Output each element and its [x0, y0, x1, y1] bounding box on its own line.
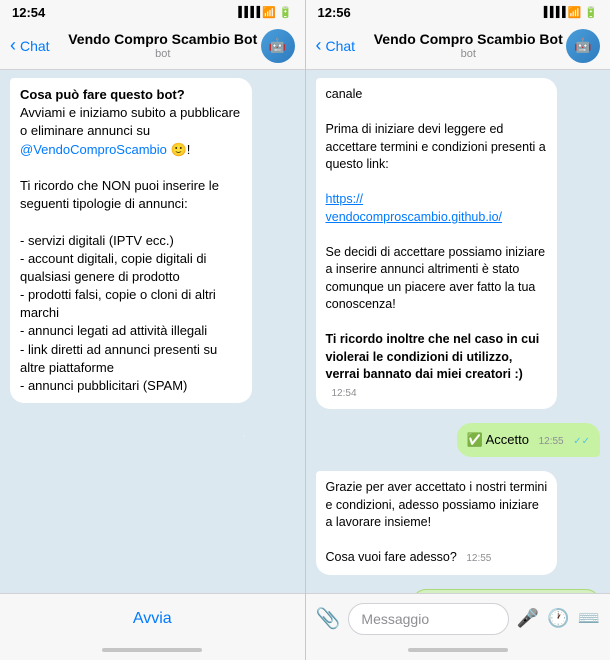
home-bar-2 [408, 648, 508, 652]
voice-icon[interactable]: 🎤 [517, 608, 539, 629]
message-bot-2a: canalePrima di iniziare devi leggere ed … [316, 78, 558, 409]
chevron-left-icon-2: ‹ [316, 35, 322, 56]
msg-time-grazie: 12:55 [466, 553, 495, 564]
status-bar-2: 12:56 ▐▐▐▐ 📶 🔋 [306, 0, 610, 22]
avvia-button[interactable]: Avvia [10, 610, 295, 628]
wifi-icon-2: 📶 [568, 6, 582, 19]
back-button-1[interactable]: ‹ Chat [10, 35, 65, 56]
back-label-1: Chat [20, 38, 50, 54]
msg-time-2a: 12:54 [332, 388, 361, 399]
signal-icon-1: ▐▐▐▐ [235, 7, 259, 18]
nav-bar-2: ‹ Chat Vendo Compro Scambio Bot bot 🤖 [306, 22, 610, 70]
home-indicator-2 [306, 643, 610, 660]
message-user-inserisci: Inserisci Annuncio 12:55 ✓✓ [412, 589, 600, 593]
input-placeholder: Messaggio [361, 611, 429, 627]
home-bar-1 [102, 648, 202, 652]
msg-bold-1: Cosa può fare questo bot? [20, 87, 185, 102]
input-bar-1: Avvia [0, 593, 305, 643]
chat-area-2: canalePrima di iniziare devi leggere ed … [306, 70, 610, 593]
grazie-text: Grazie per aver accettato i nostri termi… [326, 480, 548, 564]
chat-area-1: Cosa può fare questo bot? Avviami e iniz… [0, 70, 305, 593]
battery-icon-1: 🔋 [279, 6, 293, 19]
attachment-icon[interactable]: 📎 [316, 606, 341, 631]
nav-title-2: Vendo Compro Scambio Bot [374, 31, 563, 48]
avatar-1[interactable]: 🤖 [261, 29, 295, 63]
nav-title-area-2: Vendo Compro Scambio Bot bot [371, 31, 567, 60]
avatar-2[interactable]: 🤖 [566, 29, 600, 63]
screen1: 12:54 ▐▐▐▐ 📶 🔋 ‹ Chat Vendo Compro Scamb… [0, 0, 305, 660]
msg-time-accetto: 12:55 [539, 436, 568, 447]
nav-subtitle-2: bot [461, 48, 476, 60]
nav-subtitle-1: bot [155, 48, 170, 60]
back-button-2[interactable]: ‹ Chat [316, 35, 371, 56]
nav-title-1: Vendo Compro Scambio Bot [68, 31, 257, 48]
nav-title-area-1: Vendo Compro Scambio Bot bot [65, 31, 261, 60]
message-input[interactable]: Messaggio [348, 603, 508, 635]
signal-icon-2: ▐▐▐▐ [540, 7, 564, 18]
link-text[interactable]: https://vendocomproscambio.github.io/ [326, 192, 503, 224]
back-label-2: Chat [326, 38, 356, 54]
checkmarks-accetto: ✓✓ [573, 436, 590, 447]
input-bar-2: 📎 Messaggio 🎤 🕐 ⌨️ [306, 593, 610, 643]
wifi-icon-1: 📶 [262, 6, 276, 19]
accetto-text: ✅ Accetto [467, 432, 529, 447]
message-bot-1: Cosa può fare questo bot? Avviami e iniz… [10, 78, 252, 403]
message-bot-grazie: Grazie per aver accettato i nostri termi… [316, 471, 558, 575]
screen2: 12:56 ▐▐▐▐ 📶 🔋 ‹ Chat Vendo Compro Scamb… [306, 0, 610, 660]
nav-bar-1: ‹ Chat Vendo Compro Scambio Bot bot 🤖 [0, 22, 305, 70]
status-icons-2: ▐▐▐▐ 📶 🔋 [540, 6, 598, 19]
keyboard-icon[interactable]: ⌨️ [578, 608, 600, 629]
chevron-left-icon-1: ‹ [10, 35, 16, 56]
battery-icon-2: 🔋 [584, 6, 598, 19]
message-user-accetto: ✅ Accetto 12:55 ✓✓ [457, 423, 600, 457]
status-bar-1: 12:54 ▐▐▐▐ 📶 🔋 [0, 0, 305, 22]
status-time-2: 12:56 [318, 5, 351, 20]
home-indicator-1 [0, 643, 305, 660]
msg-body-1: Avviami e iniziamo subito a pubblicare o… [20, 105, 240, 393]
sticker-icon[interactable]: 🕐 [547, 608, 569, 629]
status-icons-1: ▐▐▐▐ 📶 🔋 [235, 6, 293, 19]
status-time-1: 12:54 [12, 5, 45, 20]
msg-bot-2a-text: canalePrima di iniziare devi leggere ed … [326, 87, 546, 381]
